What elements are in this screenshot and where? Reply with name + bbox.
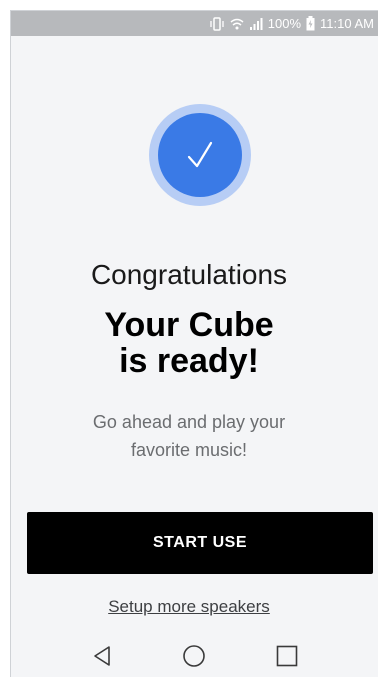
congrats-title: Congratulations	[90, 259, 288, 290]
signal-icon	[249, 17, 263, 31]
back-icon[interactable]	[82, 636, 122, 676]
headline-line-1: Your Cube	[104, 306, 274, 344]
success-badge	[149, 104, 251, 206]
subtext-line-1: Go ahead and play your	[92, 412, 286, 432]
checkmark-icon	[158, 113, 242, 197]
headline: Your Cube is ready!	[11, 307, 378, 379]
wifi-icon	[230, 17, 244, 31]
status-time: 11:10 AM	[320, 16, 374, 31]
headline-line-2: is ready!	[119, 342, 259, 380]
vibrate-icon	[209, 16, 225, 31]
home-icon[interactable]	[174, 636, 214, 676]
battery-percent: 100%	[267, 16, 302, 31]
start-use-button[interactable]: START USE	[27, 512, 373, 574]
app-screen: 100% 11:10 AM Congratulations Your Cube …	[11, 11, 378, 677]
subtext-line-2: favorite music!	[130, 440, 248, 460]
recents-icon[interactable]	[267, 636, 307, 676]
subtext: Go ahead and play your favorite music!	[11, 408, 378, 464]
battery-icon	[306, 16, 315, 31]
setup-more-speakers-link[interactable]: Setup more speakers	[11, 597, 378, 617]
status-bar: 100% 11:10 AM	[11, 11, 378, 36]
navigation-bar	[11, 635, 378, 677]
